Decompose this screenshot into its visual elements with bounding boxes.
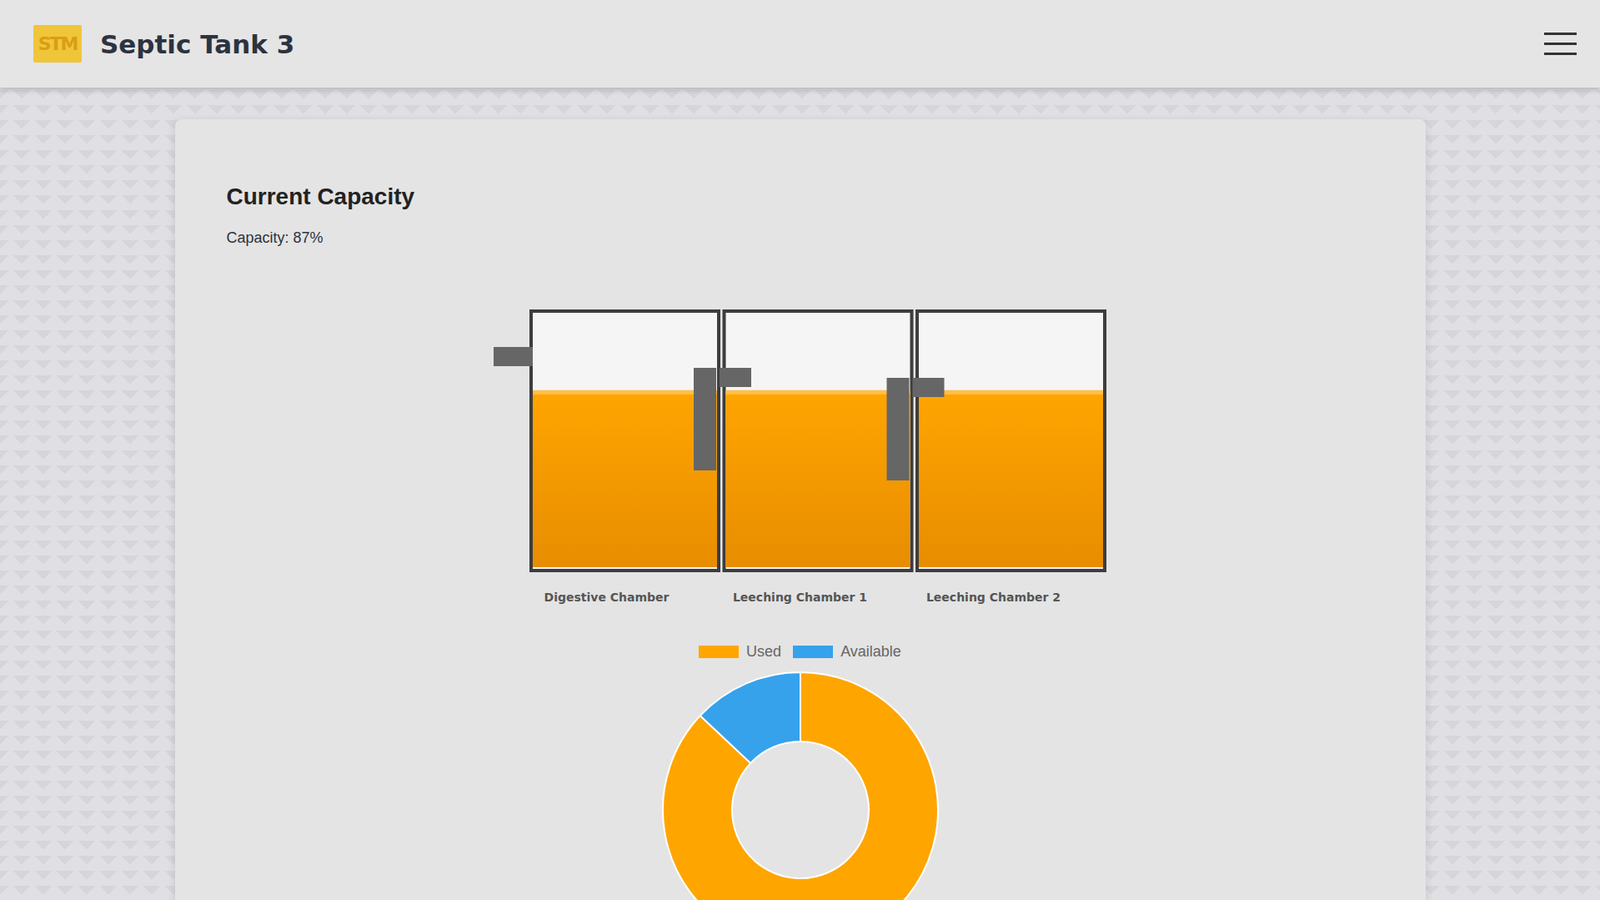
chamber-label: Leeching Chamber 2 xyxy=(899,589,1088,605)
page: STM Septic Tank 3 Current Capacity Capacity… xyxy=(0,0,1600,900)
baffle xyxy=(886,377,944,481)
chamber xyxy=(531,310,719,571)
donut-segment[interactable] xyxy=(662,672,938,900)
menu-icon[interactable] xyxy=(1544,29,1577,59)
header: STM Septic Tank 3 xyxy=(0,0,1600,88)
card-heading: Current Capacity xyxy=(226,182,1375,211)
chart-legend: Used Available xyxy=(226,642,1375,661)
capacity-card: Current Capacity Capacity: 87% Digestive C… xyxy=(175,119,1426,900)
page-title: Septic Tank 3 xyxy=(100,29,295,60)
chamber xyxy=(723,310,912,571)
baffle xyxy=(693,367,752,471)
chamber xyxy=(917,310,1105,571)
legend-item[interactable]: Used xyxy=(698,642,782,661)
chamber-labels: Digestive Chamber Leeching Chamber 1 Leech… xyxy=(226,589,1375,605)
legend-swatch xyxy=(698,645,739,658)
logo[interactable]: STM xyxy=(33,25,82,63)
legend-swatch xyxy=(792,645,833,658)
capacity-donut-chart xyxy=(658,670,943,900)
inlet-pipe xyxy=(493,346,533,367)
chamber-label: Leeching Chamber 1 xyxy=(706,589,894,605)
chamber-label: Digestive Chamber xyxy=(512,589,701,605)
capacity-reading: Capacity: 87% xyxy=(226,228,1375,247)
legend-item[interactable]: Available xyxy=(792,642,902,661)
donut-segment[interactable] xyxy=(699,672,800,763)
tank-diagram xyxy=(483,308,1118,576)
